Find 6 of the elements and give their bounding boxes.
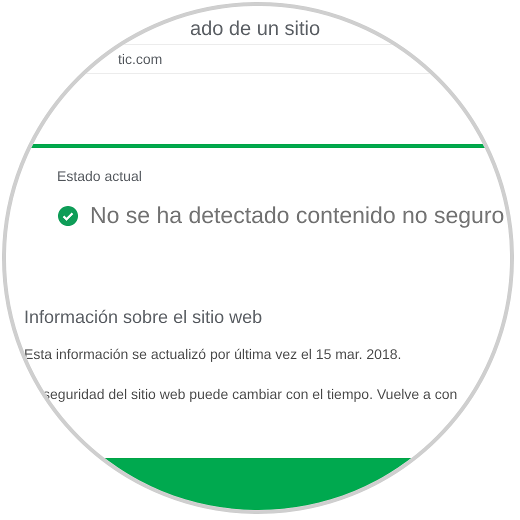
page-title: ado de un sitio <box>189 18 320 40</box>
section-heading: Información sobre el sitio web <box>23 307 264 328</box>
status-label: Estado actual <box>57 168 143 184</box>
url-field[interactable]: tic.com <box>6 45 418 73</box>
info-text: Esta información se actualizó por última vez el 15 mar. 2018. <box>23 346 402 362</box>
status-message: No se ha detectado contenido no seguro <box>90 202 504 229</box>
